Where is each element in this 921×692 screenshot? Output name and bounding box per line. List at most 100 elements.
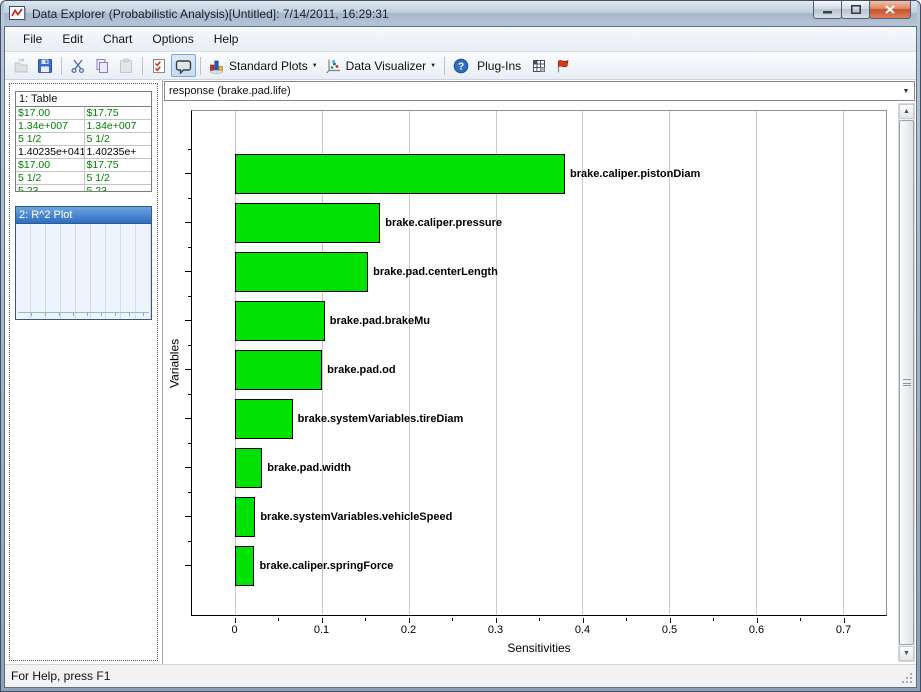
svg-text:?: ?: [458, 61, 464, 72]
x-tick-label: 0: [231, 624, 237, 636]
data-visualizer-button[interactable]: Data Visualizer ▼: [322, 54, 440, 77]
table-cell: 1.34e+007: [84, 120, 152, 132]
bar-label: brake.pad.od: [327, 364, 395, 376]
plugin-flag-button[interactable]: [551, 54, 575, 77]
data-visualizer-icon: [326, 58, 342, 74]
vertical-scrollbar[interactable]: ▲ ▼: [898, 103, 915, 662]
menu-item-edit[interactable]: Edit: [52, 28, 93, 50]
x-tick: [496, 618, 497, 623]
table-row: 5 1/25 1/2: [16, 133, 151, 146]
r2-plot-thumbnail: [16, 224, 151, 319]
comment-button[interactable]: [171, 54, 196, 77]
y-tick: [185, 173, 191, 174]
r2-plot-thumbnail-panel[interactable]: 2: R^2 Plot: [15, 206, 152, 320]
toolbar: Standard Plots ▼ Data Visualizer ▼: [5, 52, 916, 80]
scroll-down-button[interactable]: ▼: [899, 646, 914, 661]
bar-label: brake.systemVariables.vehicleSpeed: [260, 511, 452, 523]
bar[interactable]: [235, 497, 255, 537]
scroll-up-button[interactable]: ▲: [899, 104, 914, 119]
close-button[interactable]: [869, 1, 911, 19]
x-tick: [322, 618, 323, 623]
bar[interactable]: [235, 350, 322, 390]
standard-plots-label: Standard Plots: [229, 59, 308, 73]
bar[interactable]: [235, 546, 254, 586]
minimize-button[interactable]: [813, 1, 842, 19]
bar-label: brake.pad.brakeMu: [330, 315, 430, 327]
menu-item-help[interactable]: Help: [204, 28, 249, 50]
paste-button[interactable]: [114, 54, 138, 77]
y-tick: [185, 516, 191, 517]
export-button[interactable]: [9, 54, 33, 77]
table-cell: 1.34e+007: [16, 120, 84, 132]
table-cell: 5.23: [84, 185, 152, 191]
x-tick-label: 0.2: [401, 624, 416, 636]
response-selector[interactable]: response (brake.pad.life) ▼: [164, 81, 915, 101]
close-icon: [885, 5, 895, 14]
export-icon: [13, 58, 29, 74]
maximize-icon: [851, 5, 861, 14]
chart-canvas: Variables brake.caliper.pistonDiambrake.…: [163, 102, 898, 664]
cut-button[interactable]: [66, 54, 90, 77]
y-tick: [188, 247, 191, 248]
bar[interactable]: [235, 301, 324, 341]
bar-row: brake.systemVariables.vehicleSpeed: [192, 492, 886, 541]
data-visualizer-label: Data Visualizer: [346, 59, 426, 73]
x-tick: [539, 618, 540, 621]
bar[interactable]: [235, 399, 292, 439]
scroll-up-icon: ▲: [903, 108, 910, 115]
standard-plots-icon: [209, 58, 225, 74]
table-cell: $17.75: [84, 107, 152, 119]
plugins-label: Plug-Ins: [477, 59, 521, 73]
x-tick: [844, 618, 845, 623]
plot-frame: brake.caliper.pistonDiambrake.caliper.pr…: [191, 110, 887, 616]
bar-row: brake.caliper.pistonDiam: [192, 149, 886, 198]
cut-icon: [70, 58, 86, 74]
x-tick-label: 0.1: [314, 624, 329, 636]
table-cell: $17.75: [84, 159, 152, 171]
scroll-down-icon: ▼: [903, 650, 910, 657]
paste-icon: [118, 58, 134, 74]
checklist-button[interactable]: [147, 54, 171, 77]
copy-button[interactable]: [90, 54, 114, 77]
resize-grip-icon[interactable]: [901, 672, 914, 685]
thumb-grip-icon: [903, 379, 911, 386]
bar[interactable]: [235, 448, 262, 488]
bar[interactable]: [235, 154, 565, 194]
x-tick: [235, 618, 236, 623]
table-cell: 1.40235e+041: [16, 146, 84, 158]
bar[interactable]: [235, 252, 368, 292]
y-tick: [185, 222, 191, 223]
bar-label: brake.caliper.pistonDiam: [570, 168, 700, 180]
plugin-grid-button[interactable]: [527, 54, 551, 77]
menu-item-file[interactable]: File: [13, 28, 52, 50]
table-panel-header[interactable]: 1: Table: [16, 92, 151, 107]
y-tick: [185, 467, 191, 468]
x-tick-label: 0.5: [662, 624, 677, 636]
save-icon: [37, 58, 53, 74]
help-button[interactable]: ?: [449, 54, 473, 77]
standard-plots-button[interactable]: Standard Plots ▼: [205, 54, 322, 77]
y-tick: [188, 198, 191, 199]
help-icon: ?: [453, 58, 469, 74]
chevron-down-icon[interactable]: ▼: [898, 88, 914, 95]
save-button[interactable]: [33, 54, 57, 77]
menu-item-chart[interactable]: Chart: [93, 28, 142, 50]
table-cell: 5 1/2: [84, 172, 152, 184]
sidebar: 1: Table $17.00$17.75 1.34e+0071.34e+007…: [5, 80, 163, 664]
x-tick-label: 0.3: [488, 624, 503, 636]
scrollbar-thumb[interactable]: [899, 120, 914, 645]
y-tick: [185, 565, 191, 566]
status-text: For Help, press F1: [11, 669, 110, 683]
y-tick: [188, 345, 191, 346]
bar-row: brake.caliper.springForce: [192, 541, 886, 590]
menu-item-options[interactable]: Options: [142, 28, 203, 50]
table-thumbnail-panel[interactable]: 1: Table $17.00$17.75 1.34e+0071.34e+007…: [15, 91, 152, 192]
minimize-icon: [823, 5, 832, 14]
maximize-button[interactable]: [841, 1, 870, 19]
table-row: $17.00$17.75: [16, 159, 151, 172]
sidebar-selection-marquee: 1: Table $17.00$17.75 1.34e+0071.34e+007…: [9, 83, 158, 661]
r2-panel-header[interactable]: 2: R^2 Plot: [16, 207, 151, 224]
bar[interactable]: [235, 203, 380, 243]
bar-row: brake.pad.od: [192, 345, 886, 394]
bar-row: brake.pad.width: [192, 443, 886, 492]
